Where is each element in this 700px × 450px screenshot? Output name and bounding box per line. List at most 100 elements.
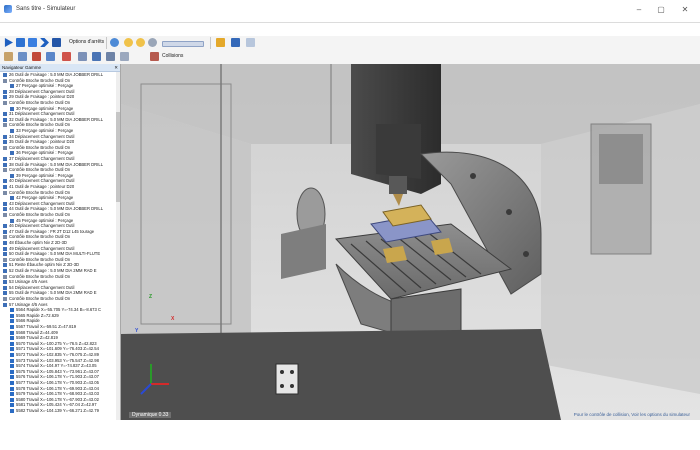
trunnion-bolt	[523, 251, 529, 257]
operation-icon	[10, 196, 14, 201]
navigator-scrollbar[interactable]	[116, 72, 120, 420]
trunnion-bolt	[506, 209, 512, 215]
operation-tree-item[interactable]: 5582 Travail X=-104.139 Y=-66.271 Z=42.7…	[0, 408, 116, 414]
status-message: Pour le contrôle de collision, Voir les …	[573, 412, 690, 417]
machine-scene	[121, 64, 700, 420]
operation-icon	[10, 151, 14, 156]
step-forward-icon[interactable]	[16, 38, 25, 47]
operation-icon	[3, 291, 7, 296]
spindle-control-icon	[3, 257, 7, 262]
toolbar-separator	[210, 37, 211, 49]
operation-icon	[10, 106, 14, 111]
machine-front-panel	[121, 329, 561, 420]
operation-icon	[3, 185, 7, 189]
toolpath-move-icon	[10, 369, 14, 374]
save-icon[interactable]	[231, 38, 240, 47]
minimize-button[interactable]: –	[632, 4, 646, 16]
toolpath-move-icon	[10, 375, 14, 380]
spindle-nose	[389, 176, 407, 194]
operation-icon	[3, 140, 7, 145]
operation-icon	[3, 207, 7, 212]
axis-label-z: Z	[149, 294, 153, 300]
simulation-viewport[interactable]: Z X Y Dynamique 0.33	[121, 64, 700, 420]
play-icon[interactable]	[4, 38, 13, 47]
operation-tree-label: 5582 Travail X=-104.139 Y=-66.271 Z=42.7…	[16, 408, 99, 413]
close-button[interactable]: ✕	[678, 4, 692, 16]
status-bar: Pour le contrôle de collision, Voir les …	[0, 412, 700, 450]
trunnion-bolt	[470, 173, 476, 179]
operation-icon	[3, 73, 7, 77]
speed-slider[interactable]	[162, 41, 204, 47]
spindle-control-icon	[3, 145, 7, 150]
collisions-dropdown[interactable]: Collisions	[162, 53, 183, 59]
view-icon[interactable]	[110, 38, 119, 47]
material-icon[interactable]	[92, 52, 101, 61]
toolpath-move-icon	[10, 347, 14, 352]
settings-icon[interactable]	[120, 52, 129, 61]
cover-screw	[280, 370, 284, 374]
end-icon[interactable]	[52, 38, 61, 47]
operation-icon	[3, 117, 7, 122]
fixture-icon[interactable]	[32, 52, 41, 61]
home-icon[interactable]	[246, 38, 255, 47]
toolpath-move-icon	[10, 330, 14, 335]
toolpath-move-icon	[10, 319, 14, 324]
spindle-control-icon	[3, 274, 7, 279]
operation-icon	[10, 218, 14, 223]
toolpath-move-icon	[10, 341, 14, 346]
operation-tree[interactable]: 26 Outil de Fraisage : 5.0 MM DIA JOBBER…	[0, 72, 116, 420]
fast-forward-icon[interactable]	[40, 38, 49, 47]
operation-icon	[3, 252, 7, 257]
view-mode-indicator: Dynamique 0.33	[129, 412, 172, 418]
access-cover	[275, 363, 299, 395]
stop-icon[interactable]	[28, 38, 37, 47]
cover-screw	[290, 370, 294, 374]
axis-label-y: Y	[135, 328, 139, 334]
toolpath-move-icon	[10, 364, 14, 369]
tool-icon[interactable]	[18, 52, 27, 61]
scrollbar-thumb[interactable]	[116, 112, 120, 202]
zoom-in-icon[interactable]	[124, 38, 133, 47]
collision-check-icon[interactable]	[62, 52, 71, 61]
compare-icon[interactable]	[106, 52, 115, 61]
axis-label-x: X	[171, 316, 175, 322]
rotate-icon[interactable]	[148, 38, 157, 47]
operation-icon	[3, 246, 7, 251]
operation-icon	[3, 179, 7, 184]
spindle-control-icon	[3, 101, 7, 105]
operation-icon	[3, 263, 7, 268]
operation-icon	[3, 201, 7, 206]
simulation-toolbar: Collisions	[0, 50, 700, 65]
toolpath-move-icon	[10, 386, 14, 391]
part-icon[interactable]	[4, 52, 13, 61]
machine-icon[interactable]	[46, 52, 55, 61]
toolpath-move-icon	[10, 397, 14, 402]
maximize-button[interactable]: ▢	[654, 4, 668, 16]
operation-icon	[3, 280, 7, 285]
collision-icon	[150, 52, 159, 61]
folder-icon[interactable]	[216, 38, 225, 47]
cover-screw	[280, 384, 284, 388]
zoom-out-icon[interactable]	[136, 38, 145, 47]
spindle-control-icon	[3, 213, 7, 217]
toolpath-icon[interactable]	[78, 52, 87, 61]
operation-icon	[10, 129, 14, 133]
spindle-control-icon	[3, 123, 7, 128]
operation-icon	[3, 89, 7, 94]
navigator-close-button[interactable]: ✕	[114, 64, 118, 71]
operation-icon	[10, 173, 14, 178]
navigator-header: Navigateur Gamme ✕	[0, 64, 120, 72]
operation-icon	[3, 157, 7, 161]
operation-icon	[3, 162, 7, 167]
playback-toolbar: Options d'arrêts	[0, 36, 700, 51]
stop-options-button[interactable]: Options d'arrêts	[69, 39, 104, 45]
simulator-window: Sans titre - Simulateur – ▢ ✕ Options d'…	[0, 0, 700, 450]
toolpath-move-icon	[10, 353, 14, 357]
clamp-block	[383, 246, 407, 263]
toolpath-move-icon	[10, 381, 14, 385]
spindle-control-icon	[3, 297, 7, 301]
app-icon	[4, 5, 12, 13]
cover-screw	[290, 384, 294, 388]
toolpath-move-icon	[10, 313, 14, 318]
spindle-control-icon	[3, 190, 7, 195]
